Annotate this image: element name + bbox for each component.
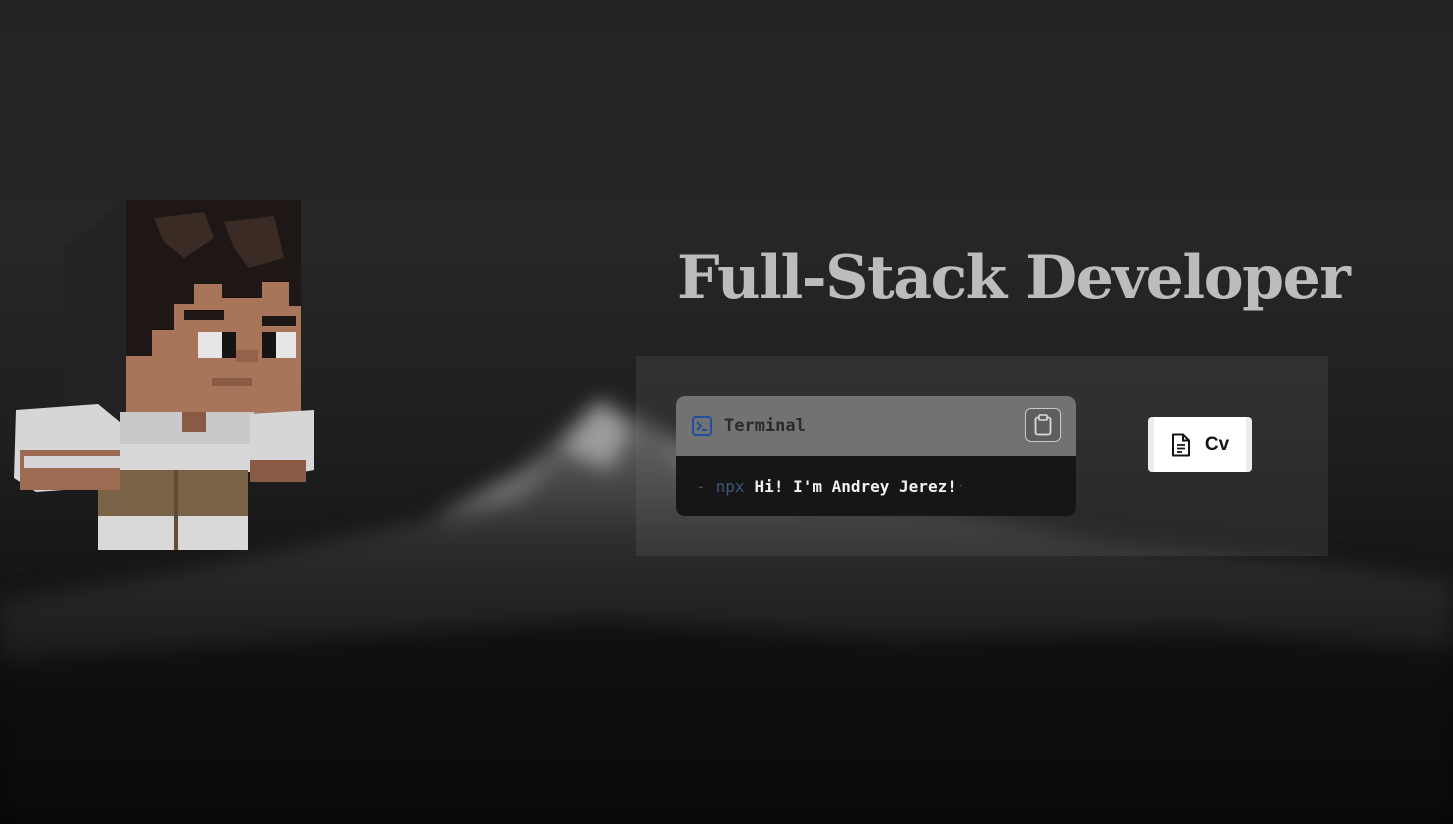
cv-button-label: Cv <box>1204 433 1230 455</box>
terminal-command: npx <box>715 476 745 496</box>
file-text-icon <box>1171 433 1190 456</box>
terminal-prompt: - <box>696 476 706 496</box>
terminal-icon <box>692 416 712 436</box>
pixel-avatar <box>14 200 314 550</box>
hero-section: Full-Stack Developer Terminal - npx Hi! … <box>0 0 1453 824</box>
cv-button[interactable]: Cv <box>1148 417 1252 472</box>
copy-button[interactable] <box>1025 408 1061 442</box>
terminal-message: Hi! I'm Andrey Jerez! <box>754 476 957 496</box>
page-title: Full-Stack Developer <box>677 243 1351 313</box>
terminal-header: Terminal <box>676 396 1076 456</box>
terminal-title: Terminal <box>724 416 806 436</box>
terminal-window: Terminal - npx Hi! I'm Andrey Jerez! · <box>676 396 1076 516</box>
terminal-body: - npx Hi! I'm Andrey Jerez! · <box>676 456 1076 516</box>
terminal-cursor: · <box>956 479 965 493</box>
clipboard-icon <box>1034 414 1052 436</box>
